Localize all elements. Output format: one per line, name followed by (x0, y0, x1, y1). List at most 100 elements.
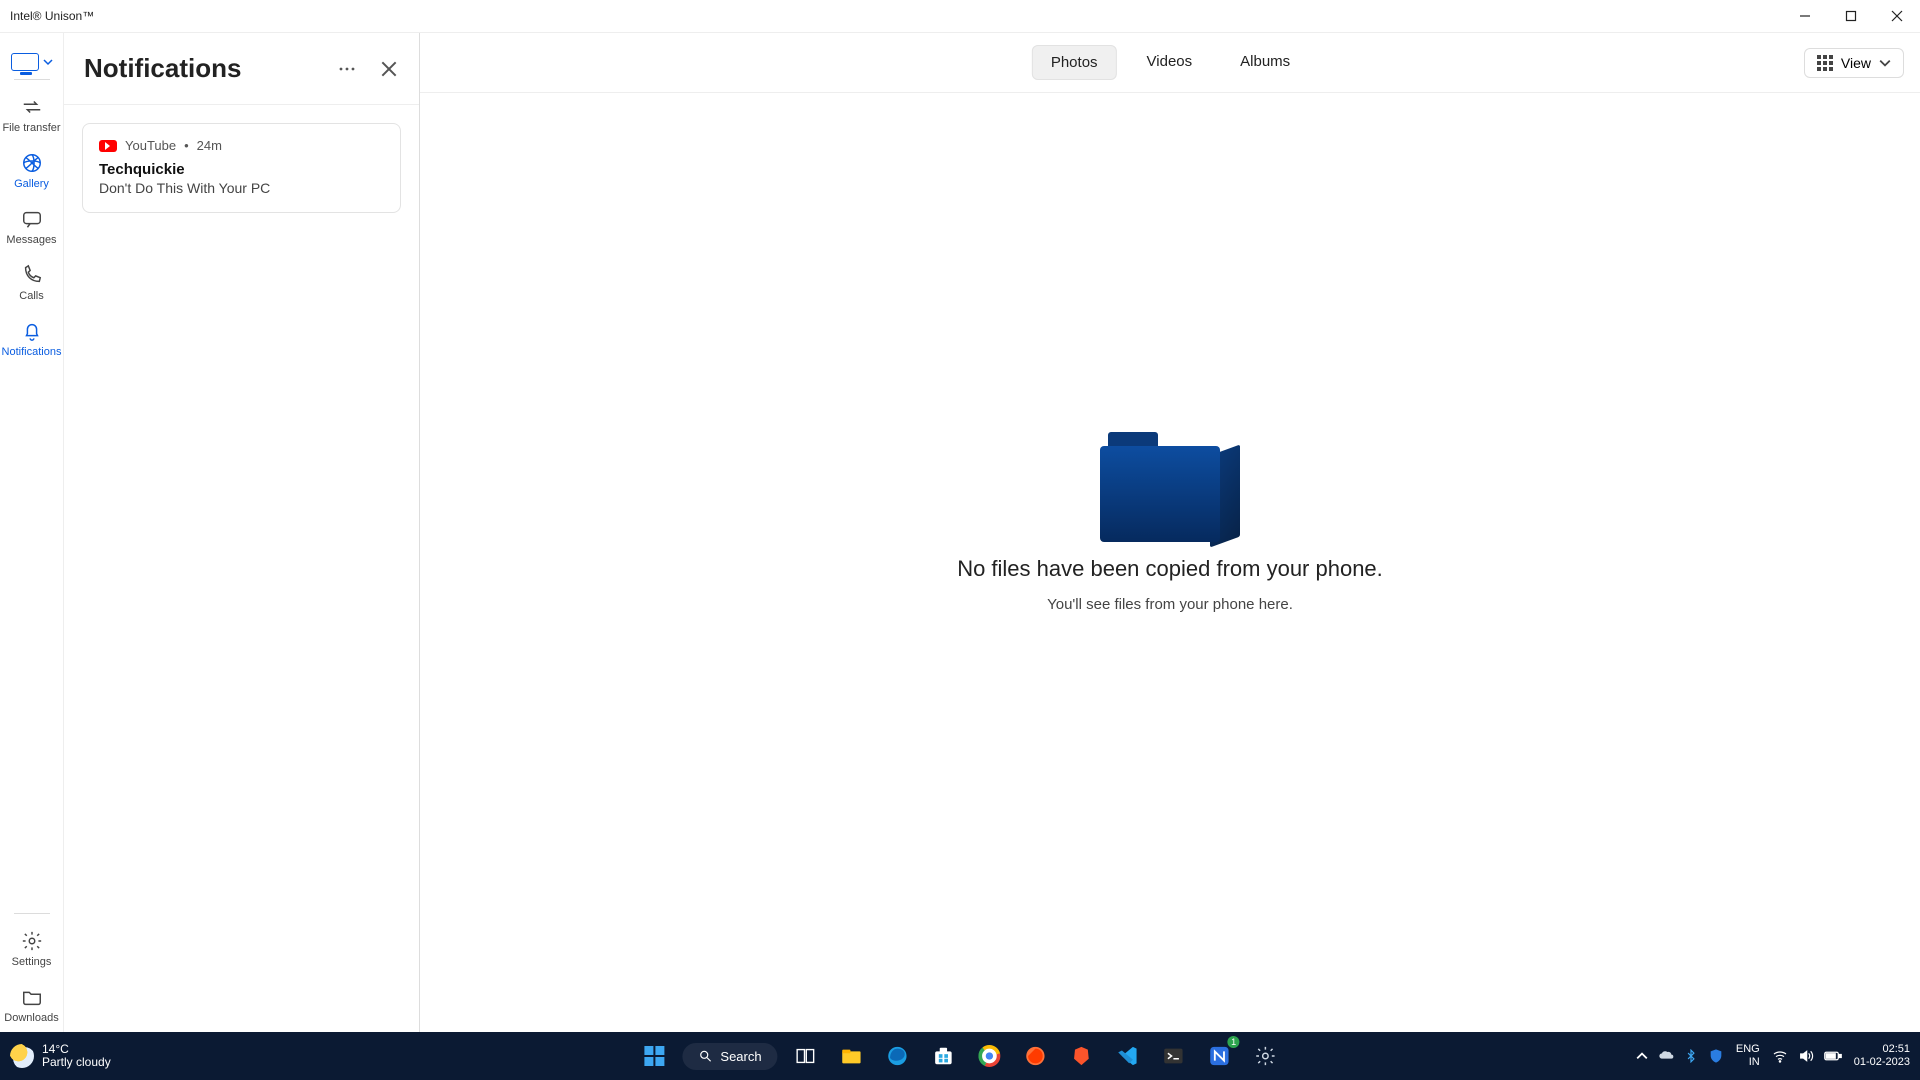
security-icon[interactable] (1708, 1048, 1724, 1064)
volume-icon (1798, 1048, 1814, 1064)
notification-age: 24m (197, 138, 222, 153)
taskbar-weather[interactable]: 14°C Partly cloudy (10, 1043, 111, 1069)
lang-top: ENG (1736, 1043, 1760, 1056)
file-explorer-icon (841, 1045, 863, 1067)
taskbar-center: Search 1 (636, 1038, 1283, 1074)
sidebar-item-label: Gallery (14, 178, 49, 190)
notification-app: YouTube (125, 138, 176, 153)
taskbar-app-brave[interactable] (1064, 1038, 1100, 1074)
clock[interactable]: 02:51 01-02-2023 (1854, 1043, 1910, 1068)
transfer-icon (21, 96, 43, 118)
empty-title: No files have been copied from your phon… (957, 556, 1383, 582)
sidebar-item-label: Notifications (2, 346, 62, 358)
sidebar-item-downloads[interactable]: Downloads (0, 976, 64, 1032)
lang-bottom: IN (1749, 1056, 1760, 1069)
more-horizontal-icon (338, 60, 356, 78)
sidebar-item-label: Messages (6, 234, 56, 246)
sidebar-divider (14, 913, 50, 914)
chat-icon (21, 208, 43, 230)
taskbar-app-store[interactable] (926, 1038, 962, 1074)
brave-icon (1071, 1045, 1093, 1067)
task-view-icon (795, 1045, 817, 1067)
window-title: Intel® Unison™ (10, 9, 94, 23)
battery-icon (1824, 1049, 1842, 1063)
sidebar-item-file-transfer[interactable]: File transfer (0, 86, 64, 142)
sidebar: File transfer Gallery Messages Calls Not (0, 33, 64, 1032)
gear-icon (1255, 1045, 1277, 1067)
sidebar-item-messages[interactable]: Messages (0, 198, 64, 254)
notifications-panel: Notifications YouTube • 24m Techquickie (64, 33, 420, 1032)
taskbar-app-edge[interactable] (880, 1038, 916, 1074)
sidebar-item-label: File transfer (2, 122, 60, 134)
taskbar-app-firefox[interactable] (1018, 1038, 1054, 1074)
sidebar-item-settings[interactable]: Settings (0, 920, 64, 976)
task-view-button[interactable] (788, 1038, 824, 1074)
search-placeholder: Search (720, 1049, 761, 1064)
device-selector[interactable] (11, 45, 53, 75)
taskbar-app-chrome[interactable] (972, 1038, 1008, 1074)
sidebar-item-gallery[interactable]: Gallery (0, 142, 64, 198)
window-titlebar: Intel® Unison™ (0, 0, 1920, 32)
sidebar-item-notifications[interactable]: Notifications (0, 310, 64, 366)
bell-icon (21, 320, 43, 342)
badge-count: 1 (1228, 1036, 1240, 1048)
bluetooth-icon[interactable] (1684, 1049, 1698, 1063)
close-button[interactable] (1874, 0, 1920, 32)
chrome-icon (979, 1045, 1001, 1067)
taskbar-app-explorer[interactable] (834, 1038, 870, 1074)
taskbar-app-settings[interactable] (1248, 1038, 1284, 1074)
taskbar-app-vscode[interactable] (1110, 1038, 1146, 1074)
firefox-icon (1025, 1045, 1047, 1067)
folder-icon (21, 986, 43, 1008)
more-button[interactable] (335, 57, 359, 81)
empty-folder-icon (1100, 432, 1240, 542)
gear-icon (21, 930, 43, 952)
taskbar-app-unison[interactable]: 1 (1202, 1038, 1238, 1074)
chevron-down-icon (43, 57, 53, 67)
notifications-heading: Notifications (84, 53, 241, 84)
meta-separator: • (184, 138, 189, 153)
gallery-pane: Photos Videos Albums View No files have … (420, 33, 1920, 1032)
sidebar-divider (14, 79, 50, 80)
close-icon (381, 61, 397, 77)
search-icon (698, 1049, 712, 1063)
aperture-icon (21, 152, 43, 174)
minimize-button[interactable] (1782, 0, 1828, 32)
window-controls (1782, 0, 1920, 32)
sidebar-item-label: Calls (19, 290, 43, 302)
notifications-header: Notifications (64, 33, 419, 105)
system-tray[interactable] (1636, 1048, 1724, 1064)
onedrive-icon[interactable] (1658, 1048, 1674, 1064)
sidebar-item-label: Settings (12, 956, 52, 968)
start-button[interactable] (636, 1038, 672, 1074)
sidebar-item-label: Downloads (4, 1012, 58, 1024)
maximize-button[interactable] (1828, 0, 1874, 32)
language-indicator[interactable]: ENG IN (1736, 1043, 1760, 1068)
gallery-empty-state: No files have been copied from your phon… (420, 53, 1920, 992)
monitor-icon (11, 53, 39, 71)
terminal-icon (1163, 1045, 1185, 1067)
windows-logo-icon (644, 1046, 664, 1066)
sidebar-item-calls[interactable]: Calls (0, 254, 64, 310)
taskbar-app-terminal[interactable] (1156, 1038, 1192, 1074)
weather-icon (10, 1044, 34, 1068)
weather-desc: Partly cloudy (42, 1056, 111, 1069)
vscode-icon (1117, 1045, 1139, 1067)
taskbar-search[interactable]: Search (682, 1043, 777, 1070)
notification-body: Don't Do This With Your PC (99, 180, 384, 196)
notification-card[interactable]: YouTube • 24m Techquickie Don't Do This … (82, 123, 401, 213)
windows-taskbar: 14°C Partly cloudy Search 1 (0, 1032, 1920, 1080)
empty-subtitle: You'll see files from your phone here. (1047, 596, 1293, 613)
wifi-icon (1772, 1048, 1788, 1064)
date: 01-02-2023 (1854, 1056, 1910, 1069)
close-panel-button[interactable] (377, 57, 401, 81)
time: 02:51 (1882, 1043, 1910, 1056)
notification-title: Techquickie (99, 161, 384, 178)
notifications-list: YouTube • 24m Techquickie Don't Do This … (64, 105, 419, 231)
phone-icon (21, 264, 43, 286)
quick-settings[interactable] (1772, 1048, 1842, 1064)
chevron-up-icon[interactable] (1636, 1050, 1648, 1062)
store-icon (933, 1045, 955, 1067)
youtube-icon (99, 140, 117, 152)
notification-meta: YouTube • 24m (99, 138, 384, 153)
